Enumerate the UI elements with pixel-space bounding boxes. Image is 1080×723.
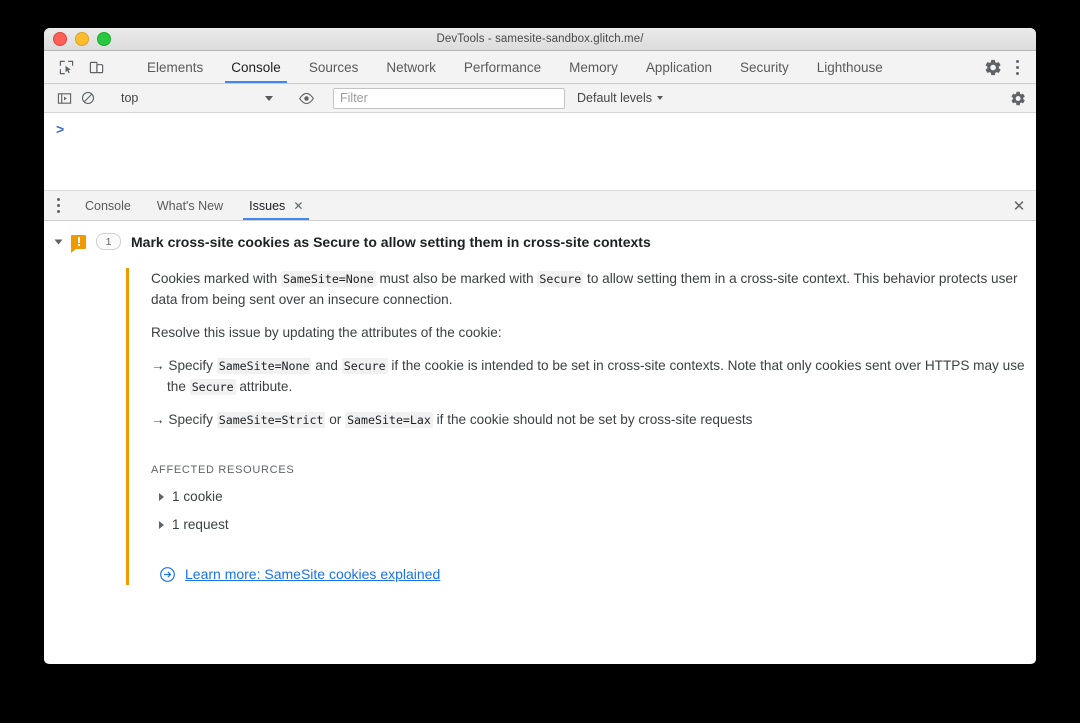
affected-resource-request[interactable]: 1 request — [151, 514, 1036, 535]
close-icon[interactable]: ✕ — [293, 200, 303, 212]
code-token: Secure — [537, 271, 583, 287]
console-output-area[interactable]: > — [44, 113, 1036, 191]
external-link-arrow-icon — [159, 566, 176, 583]
gear-icon[interactable] — [980, 54, 1006, 80]
tab-label: Sources — [309, 60, 359, 75]
resource-label: 1 cookie — [172, 486, 223, 507]
device-toolbar-icon[interactable] — [84, 55, 108, 79]
panel-tabs: Elements Console Sources Network Perform… — [133, 51, 967, 83]
log-levels-value: Default levels — [577, 91, 652, 105]
close-drawer-icon[interactable]: ✕ — [1002, 191, 1036, 220]
drawer-tab-label: Issues — [249, 199, 285, 213]
drawer-tab-console[interactable]: Console — [72, 191, 144, 220]
console-sidebar-toggle-icon[interactable] — [52, 87, 76, 109]
issue-body: Cookies marked with SameSite=None must a… — [126, 268, 1036, 585]
issue-title: Mark cross-site cookies as Secure to all… — [131, 234, 651, 250]
code-token: SameSite=None — [281, 271, 376, 287]
arrow-bullet-icon: → — [151, 358, 168, 373]
console-toolbar: top Filter Default levels — [44, 84, 1036, 113]
kebab-dot — [1016, 72, 1019, 75]
issue-description-paragraph: Cookies marked with SameSite=None must a… — [151, 268, 1036, 310]
affected-resources-label: AFFECTED RESOURCES — [151, 462, 1036, 479]
learn-more-link[interactable]: Learn more: SameSite cookies explained — [151, 564, 1036, 586]
drawer-more-options-icon[interactable] — [44, 191, 72, 220]
clear-console-icon[interactable] — [76, 87, 100, 109]
tab-label: Console — [231, 60, 281, 75]
tab-label: Elements — [147, 60, 203, 75]
console-settings-gear-icon[interactable] — [1006, 87, 1030, 109]
inspect-element-icon[interactable] — [54, 55, 78, 79]
resource-label: 1 request — [172, 514, 229, 535]
code-token: Secure — [190, 379, 236, 395]
issue-resolve-paragraph: Resolve this issue by updating the attri… — [151, 322, 1036, 343]
tab-label: Memory — [569, 60, 618, 75]
kebab-dot — [1016, 66, 1019, 69]
tab-application[interactable]: Application — [632, 51, 726, 83]
maximize-window-button[interactable] — [97, 32, 111, 46]
tab-label: Application — [646, 60, 712, 75]
drawer-tab-label: What's New — [157, 199, 223, 213]
tab-elements[interactable]: Elements — [133, 51, 217, 83]
chevron-expand-icon[interactable] — [55, 239, 63, 244]
drawer-tabbar-spacer — [316, 191, 1002, 220]
code-token: SameSite=Lax — [345, 412, 433, 428]
arrow-bullet-icon: → — [151, 412, 168, 427]
warning-icon — [71, 235, 86, 249]
code-token: SameSite=Strict — [217, 412, 326, 428]
tab-label: Security — [740, 60, 789, 75]
drawer-tab-whats-new[interactable]: What's New — [144, 191, 236, 220]
kebab-dot — [57, 210, 60, 213]
kebab-dot — [57, 198, 60, 201]
filter-placeholder: Filter — [340, 91, 368, 105]
execution-context-value: top — [121, 91, 138, 105]
more-options-icon[interactable] — [1006, 54, 1028, 80]
affected-resource-cookie[interactable]: 1 cookie — [151, 486, 1036, 507]
tab-console[interactable]: Console — [217, 51, 295, 83]
toolbar-icon-group — [44, 51, 133, 83]
issue-count-badge: 1 — [96, 233, 121, 250]
issues-panel: 1 Mark cross-site cookies as Secure to a… — [44, 221, 1036, 633]
tab-label: Lighthouse — [817, 60, 883, 75]
main-tabbar: Elements Console Sources Network Perform… — [44, 51, 1036, 84]
window-controls — [53, 32, 111, 46]
tab-memory[interactable]: Memory — [555, 51, 632, 83]
code-token: Secure — [342, 358, 388, 374]
chevron-down-icon — [265, 96, 273, 101]
tab-security[interactable]: Security — [726, 51, 803, 83]
chevron-right-icon — [159, 493, 164, 501]
tab-label: Performance — [464, 60, 541, 75]
devtools-window: DevTools - samesite-sandbox.glitch.me/ E… — [44, 28, 1036, 664]
tab-network[interactable]: Network — [372, 51, 450, 83]
learn-more-label: Learn more: SameSite cookies explained — [185, 564, 440, 586]
issue-bullet-2: → Specify SameSite=Strict or SameSite=La… — [151, 409, 1036, 430]
execution-context-select[interactable]: top — [113, 91, 281, 105]
window-title: DevTools - samesite-sandbox.glitch.me/ — [44, 33, 1036, 45]
console-prompt-chevron-icon: > — [56, 121, 64, 137]
tab-label: Network — [386, 60, 436, 75]
close-window-button[interactable] — [53, 32, 67, 46]
toolbar-right-group — [967, 51, 1036, 83]
tab-sources[interactable]: Sources — [295, 51, 373, 83]
drawer-tab-label: Console — [85, 199, 131, 213]
log-levels-select[interactable]: Default levels — [565, 91, 663, 105]
issue-header-row[interactable]: 1 Mark cross-site cookies as Secure to a… — [44, 221, 1036, 258]
tab-performance[interactable]: Performance — [450, 51, 555, 83]
code-token: SameSite=None — [217, 358, 312, 374]
window-titlebar: DevTools - samesite-sandbox.glitch.me/ — [44, 28, 1036, 51]
minimize-window-button[interactable] — [75, 32, 89, 46]
issue-bullet-1: → Specify SameSite=None and Secure if th… — [151, 355, 1036, 397]
live-expression-eye-icon[interactable] — [294, 87, 318, 109]
kebab-dot — [1016, 60, 1019, 63]
kebab-dot — [57, 204, 60, 207]
chevron-right-icon — [159, 521, 164, 529]
tab-lighthouse[interactable]: Lighthouse — [803, 51, 897, 83]
drawer-tab-issues[interactable]: Issues ✕ — [236, 191, 316, 220]
chevron-down-icon — [657, 96, 663, 100]
drawer-tabbar: Console What's New Issues ✕ ✕ — [44, 191, 1036, 221]
filter-input[interactable]: Filter — [333, 88, 565, 109]
